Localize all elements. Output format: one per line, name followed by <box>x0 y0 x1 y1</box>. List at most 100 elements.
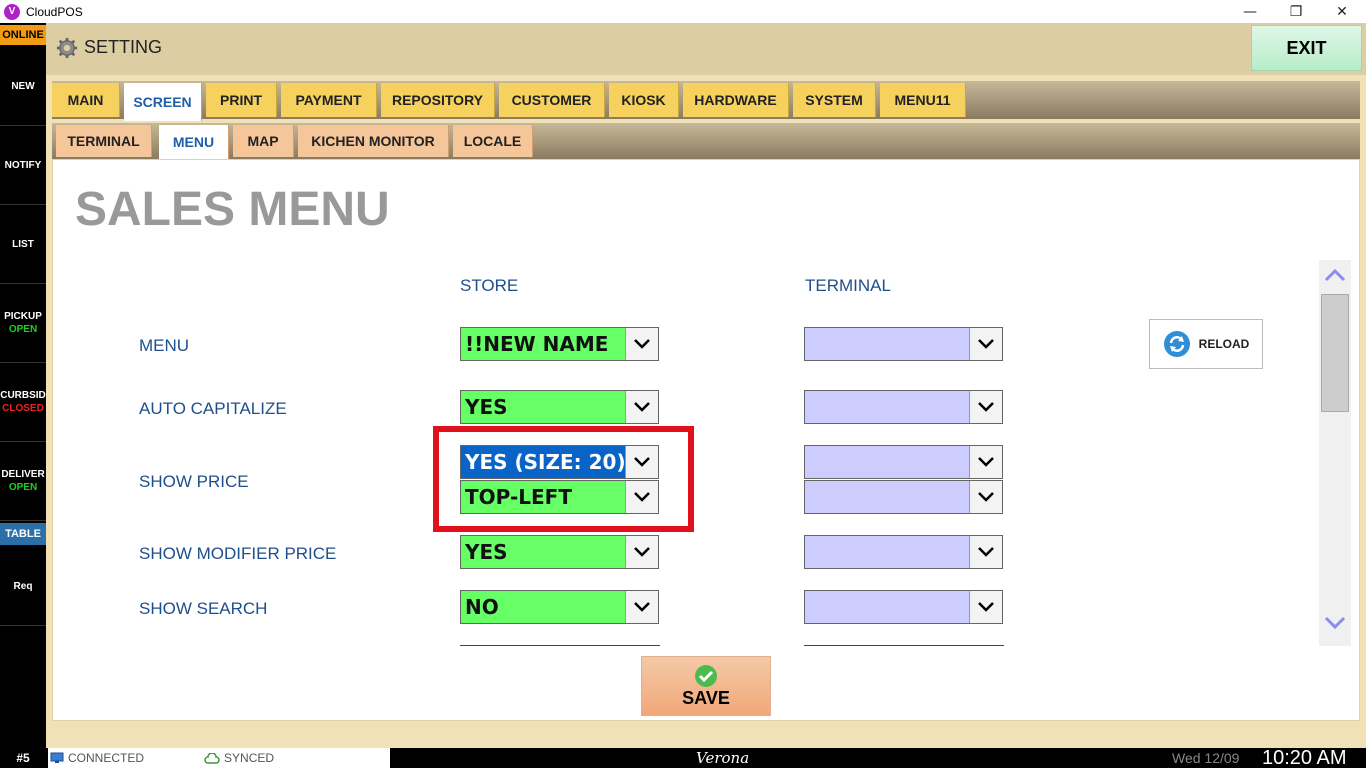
auto-capitalize-label: AUTO CAPITALIZE <box>139 399 287 418</box>
tab-map[interactable]: MAP <box>233 125 294 157</box>
show-modifier-price-label: SHOW MODIFIER PRICE <box>139 544 337 563</box>
cloud-icon <box>204 752 220 764</box>
sidebar-item-notify[interactable]: NOTIFY <box>0 126 46 205</box>
menu-store-dropdown[interactable]: !!NEW NAME <box>460 327 659 361</box>
dropdown-value <box>805 446 969 478</box>
show-price-terminal-dropdown[interactable] <box>804 445 1003 479</box>
sidebar-item-curbside[interactable]: CURBSID CLOSED <box>0 363 46 442</box>
terminal-number-badge: #5 <box>16 751 30 765</box>
dropdown-value <box>805 391 969 423</box>
tab-system[interactable]: SYSTEM <box>793 83 876 117</box>
page-header: SETTING EXIT <box>46 23 1366 75</box>
tab-terminal[interactable]: TERMINAL <box>56 125 152 157</box>
auto-capitalize-terminal-dropdown[interactable] <box>804 390 1003 424</box>
app-logo-icon: V <box>4 3 20 20</box>
time-display: 10:20 AM <box>1262 746 1347 768</box>
show-search-store-dropdown[interactable]: NO <box>460 590 659 624</box>
curbside-status: CLOSED <box>2 403 44 414</box>
store-column-header: STORE <box>460 276 519 295</box>
chevron-down-icon[interactable] <box>625 591 658 623</box>
online-status-badge: ONLINE <box>0 25 46 45</box>
row-divider <box>804 645 1004 646</box>
chevron-down-icon[interactable] <box>969 328 1002 360</box>
chevron-down-icon[interactable] <box>625 391 658 423</box>
dropdown-value: YES <box>461 536 625 568</box>
date-display: Wed 12/09 <box>1172 750 1240 766</box>
sub-tab-bar: TERMINAL MENU MAP KICHEN MONITOR LOCALE <box>52 123 1360 159</box>
show-modifier-price-terminal-dropdown[interactable] <box>804 535 1003 569</box>
tab-menu11[interactable]: MENU11 <box>880 83 966 117</box>
sidebar-item-label: DELIVER <box>1 469 45 480</box>
sidebar-item-delivery[interactable]: DELIVER OPEN <box>0 442 46 521</box>
window-title: CloudPOS <box>26 4 83 19</box>
chevron-down-icon[interactable] <box>969 591 1002 623</box>
sidebar-item-new[interactable]: NEW <box>0 47 46 126</box>
monitor-icon <box>50 752 64 763</box>
settings-content: SALES MENU STORE TERMINAL MENU !!NEW NAM… <box>52 159 1360 721</box>
chevron-down-icon[interactable] <box>969 446 1002 478</box>
chevron-down-icon[interactable] <box>625 536 658 568</box>
scrollbar-thumb[interactable] <box>1321 294 1349 412</box>
tab-hardware[interactable]: HARDWARE <box>683 83 789 117</box>
restore-button[interactable]: ❐ <box>1273 0 1319 23</box>
reload-button[interactable]: RELOAD <box>1149 319 1263 369</box>
sidebar-item-req[interactable]: Req <box>0 547 46 626</box>
highlight-annotation-box <box>433 426 694 532</box>
row-divider <box>460 645 660 646</box>
auto-capitalize-store-dropdown[interactable]: YES <box>460 390 659 424</box>
sidebar-item-list[interactable]: LIST <box>0 205 46 284</box>
pickup-status: OPEN <box>8 324 38 335</box>
tab-menu[interactable]: MENU <box>159 125 229 159</box>
show-price-label: SHOW PRICE <box>139 472 249 491</box>
dropdown-value: YES <box>461 391 625 423</box>
scroll-up-icon[interactable] <box>1319 260 1351 290</box>
menu-label: MENU <box>139 336 190 355</box>
save-label: SAVE <box>682 687 730 708</box>
sidebar-item-pickup[interactable]: PICKUP OPEN <box>0 284 46 363</box>
gear-icon <box>56 37 78 59</box>
sidebar-item-label: Req <box>13 580 33 592</box>
reload-icon <box>1163 331 1190 357</box>
sidebar-item-label: NOTIFY <box>4 159 42 171</box>
dropdown-value <box>805 536 969 568</box>
dropdown-value <box>805 481 969 513</box>
sidebar-item-label: NEW <box>11 80 35 92</box>
left-sidebar: ONLINE NEW NOTIFY LIST PICKUP OPEN CURBS… <box>0 23 46 748</box>
exit-button[interactable]: EXIT <box>1251 25 1362 71</box>
tab-kiosk[interactable]: KIOSK <box>609 83 679 117</box>
check-icon <box>695 664 717 687</box>
show-search-terminal-dropdown[interactable] <box>804 590 1003 624</box>
chevron-down-icon[interactable] <box>969 481 1002 513</box>
show-price-position-terminal-dropdown[interactable] <box>804 480 1003 514</box>
tab-main[interactable]: MAIN <box>52 83 120 117</box>
chevron-down-icon[interactable] <box>625 328 658 360</box>
close-button[interactable]: ✕ <box>1319 0 1365 23</box>
sidebar-item-label: PICKUP <box>4 311 42 322</box>
dropdown-value: !!NEW NAME <box>461 328 625 360</box>
sidebar-item-label: LIST <box>12 238 34 250</box>
store-name: Verona <box>696 749 750 767</box>
window-titlebar: V CloudPOS — ❐ ✕ <box>0 0 1366 23</box>
dropdown-value: NO <box>461 591 625 623</box>
tab-kitchen-monitor[interactable]: KICHEN MONITOR <box>298 125 449 157</box>
vertical-scrollbar[interactable] <box>1319 260 1351 646</box>
tab-screen[interactable]: SCREEN <box>124 83 202 121</box>
chevron-down-icon[interactable] <box>969 391 1002 423</box>
connected-label: CONNECTED <box>68 751 145 765</box>
synced-label: SYNCED <box>224 751 275 765</box>
sidebar-item-table[interactable]: TABLE <box>0 523 46 545</box>
minimize-button[interactable]: — <box>1227 0 1273 23</box>
dropdown-value <box>805 328 969 360</box>
tab-repository[interactable]: REPOSITORY <box>381 83 495 117</box>
show-modifier-price-store-dropdown[interactable]: YES <box>460 535 659 569</box>
chevron-down-icon[interactable] <box>969 536 1002 568</box>
scroll-down-icon[interactable] <box>1319 608 1351 638</box>
section-title: SALES MENU <box>75 183 390 236</box>
save-button[interactable]: SAVE <box>641 656 771 716</box>
tab-customer[interactable]: CUSTOMER <box>499 83 605 117</box>
menu-terminal-dropdown[interactable] <box>804 327 1003 361</box>
tab-print[interactable]: PRINT <box>206 83 277 117</box>
tab-payment[interactable]: PAYMENT <box>281 83 377 117</box>
sidebar-item-label: CURBSID <box>0 390 46 401</box>
tab-locale[interactable]: LOCALE <box>453 125 533 157</box>
